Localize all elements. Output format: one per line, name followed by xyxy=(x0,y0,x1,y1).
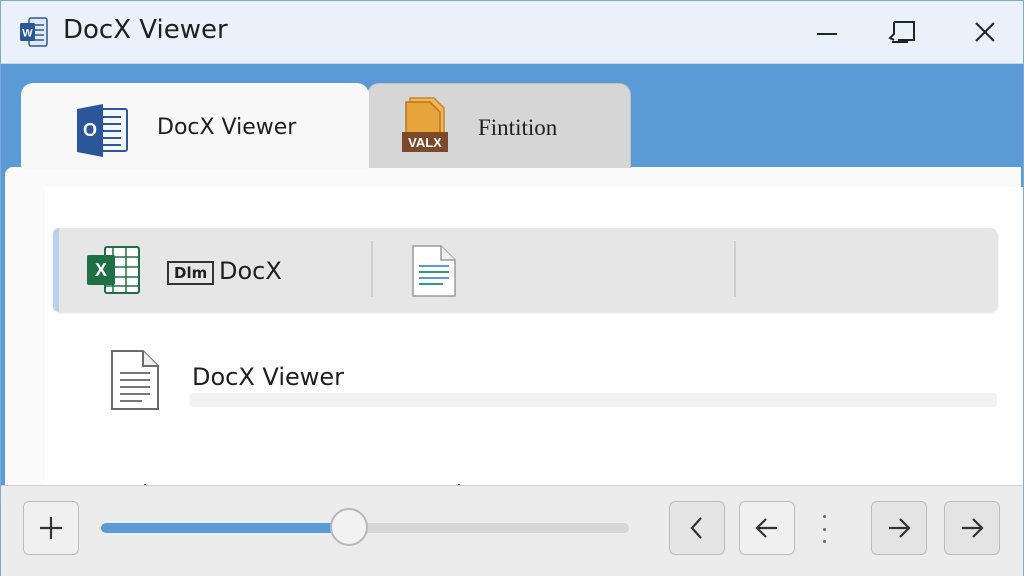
tab-docx-viewer[interactable]: O DocX Viewer xyxy=(21,83,369,169)
arrow-left-icon xyxy=(755,518,777,538)
zoom-slider-thumb[interactable] xyxy=(330,508,369,546)
excel-icon[interactable]: X xyxy=(85,243,143,301)
restore-icon xyxy=(888,21,915,43)
tab-label: DocX Viewer xyxy=(157,115,297,140)
toolbar-accent xyxy=(53,228,59,312)
arrow-right-icon xyxy=(889,518,911,538)
more-options-icon[interactable] xyxy=(819,515,829,543)
plus-icon xyxy=(40,517,62,539)
tab-fintition[interactable]: VALX Fintition xyxy=(367,83,631,168)
close-button[interactable] xyxy=(965,13,1005,51)
next-button[interactable] xyxy=(944,501,1000,555)
zoom-slider-fill xyxy=(101,523,350,533)
svg-text:O: O xyxy=(83,120,97,140)
toolbar-docx-label[interactable]: DocX xyxy=(219,257,282,285)
svg-text:W: W xyxy=(22,28,33,40)
forward-button[interactable] xyxy=(871,501,927,555)
toolbar-separator xyxy=(371,241,373,297)
archive-icon: VALX xyxy=(400,94,454,162)
archive-icon-text: VALX xyxy=(408,135,442,150)
restore-button[interactable] xyxy=(883,13,923,51)
minimize-icon xyxy=(817,33,837,35)
minimize-button[interactable] xyxy=(807,13,847,51)
app-window: W DocX Viewer O DocX Viewer VALX Fintiti… xyxy=(0,0,1024,576)
chevron-left-icon xyxy=(690,517,702,539)
arrow-right-icon xyxy=(962,518,984,538)
outlook-icon: O xyxy=(75,101,131,163)
window-title: DocX Viewer xyxy=(63,15,228,45)
document-row-underline xyxy=(189,393,997,407)
document-icon xyxy=(109,349,161,415)
svg-text:X: X xyxy=(95,260,107,280)
title-bar: W DocX Viewer xyxy=(1,1,1023,64)
dlm-badge: Dlm xyxy=(167,261,215,285)
clipped-text-line xyxy=(141,477,801,485)
document-label[interactable]: DocX Viewer xyxy=(192,363,344,391)
zoom-in-button[interactable] xyxy=(23,501,79,555)
toolbar-separator xyxy=(734,241,736,297)
word-icon: W xyxy=(19,16,49,48)
tab-label: Fintition xyxy=(478,115,558,140)
document-lines-icon[interactable] xyxy=(409,244,459,302)
close-icon xyxy=(975,22,995,42)
previous-button[interactable] xyxy=(669,501,725,555)
back-button[interactable] xyxy=(739,501,795,555)
